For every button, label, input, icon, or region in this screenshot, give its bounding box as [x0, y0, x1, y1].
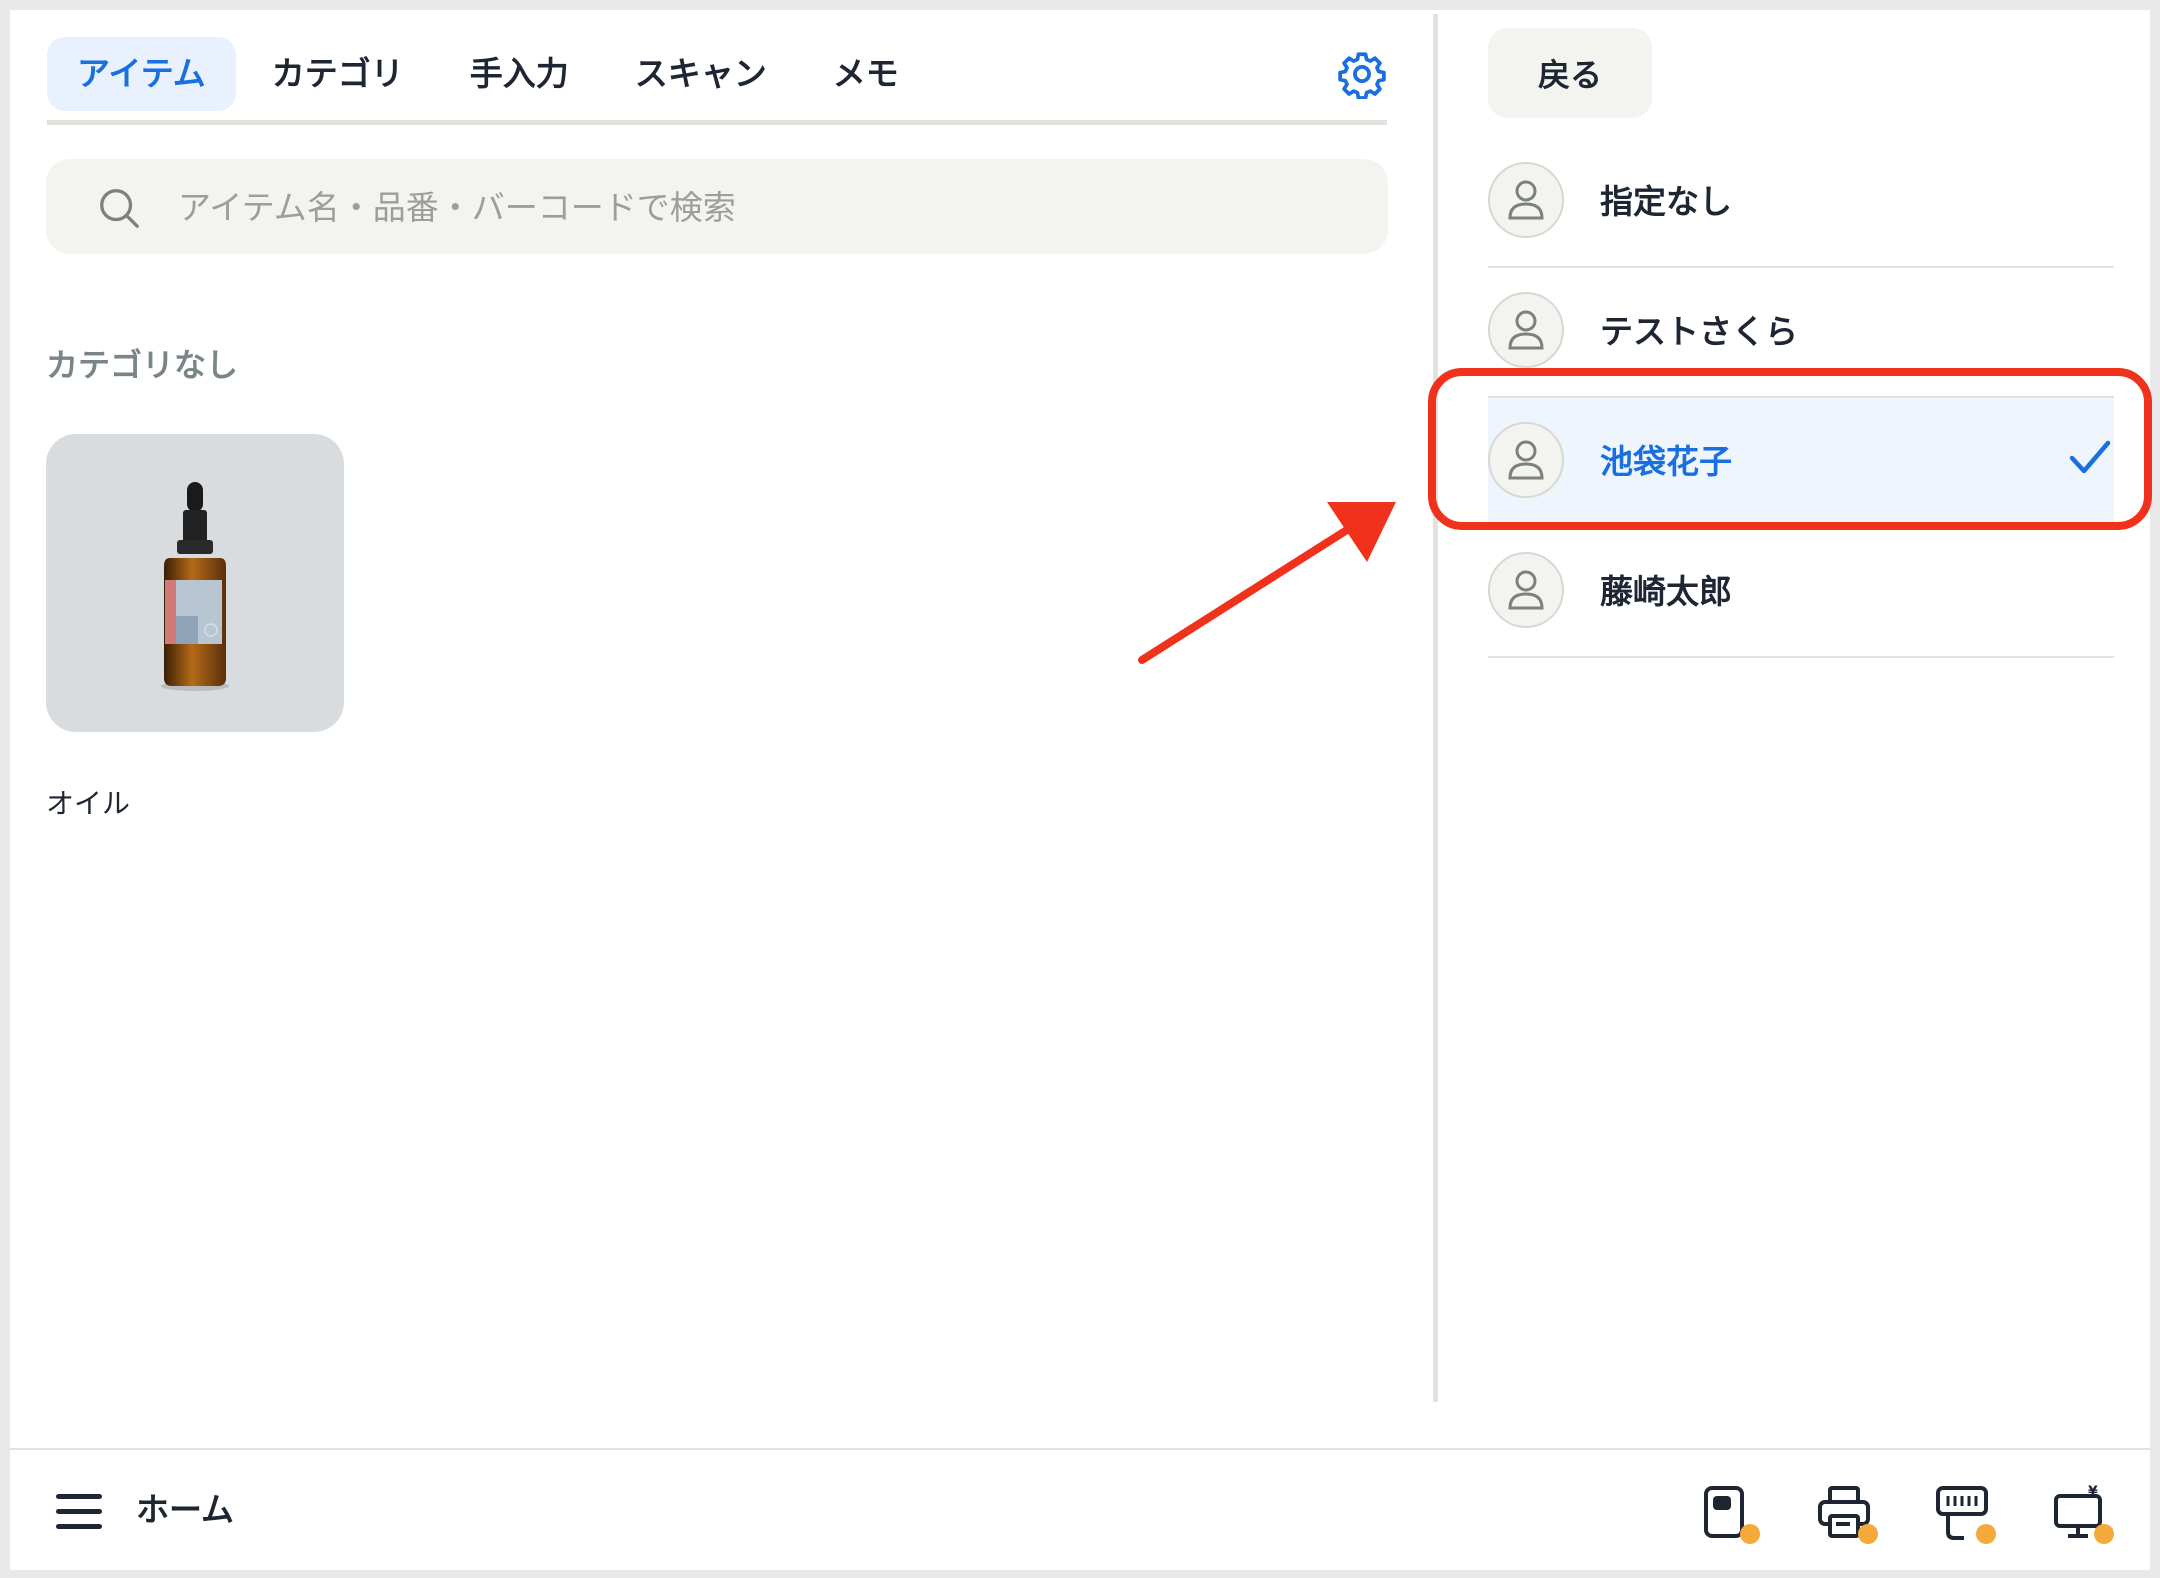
gear-icon[interactable]	[1337, 49, 1387, 99]
checkmark-icon	[2069, 440, 2111, 474]
search-bar[interactable]	[46, 159, 1388, 256]
status-dot	[1740, 1524, 1760, 1544]
search-icon	[100, 189, 139, 228]
barcode-scanner-icon[interactable]	[1934, 1484, 1996, 1544]
tab-items[interactable]: アイテム	[47, 37, 236, 111]
staff-name: 指定なし	[1600, 182, 1732, 221]
status-dot	[1976, 1524, 1996, 1544]
item-card-oil[interactable]	[46, 434, 344, 732]
dropper-bottle-image	[161, 482, 229, 691]
item-label: オイル	[46, 787, 131, 820]
status-dot	[2094, 1524, 2114, 1544]
tab-categories[interactable]: カテゴリ	[242, 37, 434, 111]
hamburger-menu-icon[interactable]	[56, 1492, 104, 1532]
annotation-arrow-icon	[1138, 502, 1396, 664]
staff-row-none[interactable]: 指定なし	[1488, 138, 2114, 268]
staff-row-ikebukuro-hanako[interactable]: 池袋花子	[1488, 398, 2114, 528]
card-reader-icon[interactable]	[1698, 1484, 1760, 1544]
app-window: アイテム カテゴリ 手入力 スキャン メモ カテゴリなし	[10, 10, 2152, 1570]
staff-list: 指定なし テストさくら 池袋花子 藤崎太郎	[1488, 138, 2114, 658]
tab-scan[interactable]: スキャン	[605, 37, 797, 111]
user-avatar-icon	[1488, 422, 1564, 498]
svg-text:¥: ¥	[2088, 1484, 2098, 1500]
user-avatar-icon	[1488, 552, 1564, 628]
tab-memo[interactable]: メモ	[803, 37, 929, 111]
back-button[interactable]: 戻る	[1488, 28, 1652, 118]
status-dot	[1858, 1524, 1878, 1544]
staff-name: テストさくら	[1600, 312, 1798, 351]
search-input[interactable]	[176, 159, 1360, 256]
user-avatar-icon	[1488, 162, 1564, 238]
bottom-bar: ホーム ¥	[10, 1448, 2150, 1570]
staff-row-test-sakura[interactable]: テストさくら	[1488, 268, 2114, 398]
printer-icon[interactable]	[1816, 1484, 1878, 1544]
pane-divider	[1433, 14, 1438, 1402]
tab-bar-divider	[47, 120, 1387, 125]
staff-row-fujisaki-taro[interactable]: 藤崎太郎	[1488, 528, 2114, 658]
home-label: ホーム	[136, 1490, 235, 1529]
staff-name: 池袋花子	[1600, 442, 1732, 481]
staff-name: 藤崎太郎	[1600, 572, 1732, 611]
tab-bar: アイテム カテゴリ 手入力 スキャン メモ	[47, 33, 1387, 115]
customer-display-icon[interactable]: ¥	[2052, 1484, 2114, 1544]
section-title: カテゴリなし	[46, 346, 239, 384]
user-avatar-icon	[1488, 292, 1564, 368]
tab-manual-entry[interactable]: 手入力	[440, 37, 599, 111]
